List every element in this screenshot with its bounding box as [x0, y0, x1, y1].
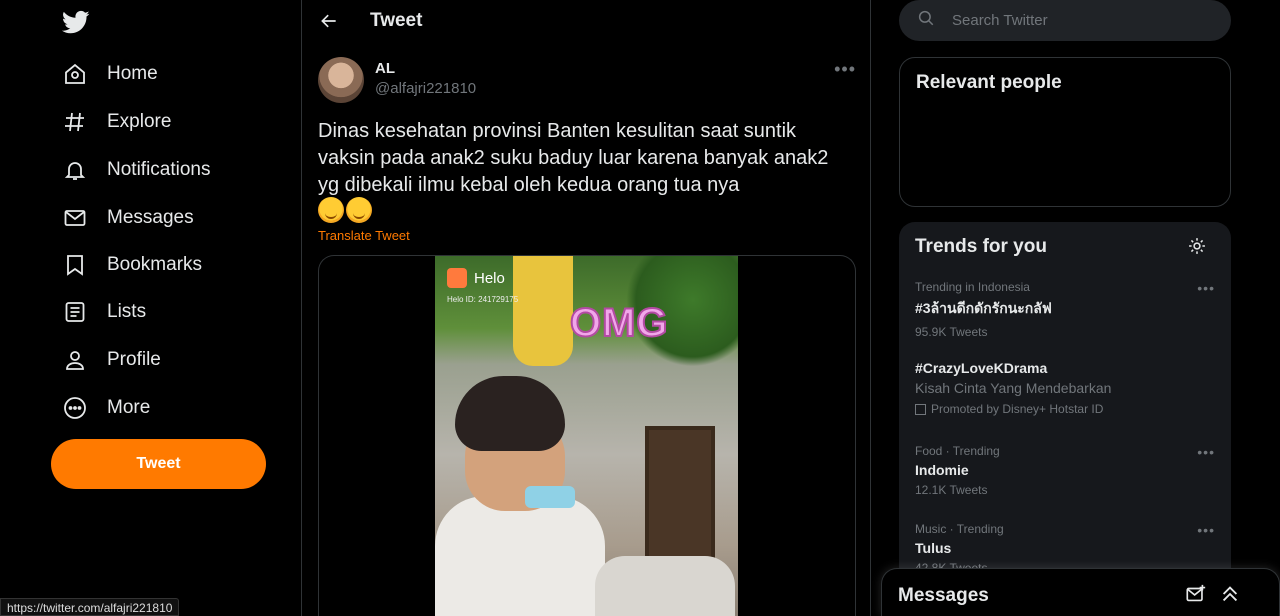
video-glove [595, 556, 735, 616]
nav-item-lists[interactable]: Lists [62, 290, 146, 334]
nav-label: Home [107, 63, 158, 84]
trend-name: Indomie [915, 462, 969, 478]
trend-item[interactable]: Food · Trending Indomie 12.1K Tweets ••• [899, 444, 1231, 497]
gear-icon[interactable] [1187, 236, 1209, 258]
messages-drawer[interactable]: Messages [881, 568, 1280, 616]
author-handle[interactable]: @alfajri221810 [375, 80, 476, 97]
promoted-icon [915, 403, 926, 415]
trend-name: Tulus [915, 540, 952, 556]
more-circle-icon [62, 395, 88, 421]
search-input[interactable] [952, 12, 1212, 29]
trend-item-promoted[interactable]: #CrazyLoveKDrama Kisah Cinta Yang Mendeb… [899, 360, 1231, 416]
hugging-face-icon [346, 197, 372, 223]
helo-id: Helo ID: 241729175 [447, 295, 519, 304]
video-person-yellow [513, 256, 573, 366]
nav-item-home[interactable]: Home [62, 52, 158, 96]
twitter-logo-icon[interactable] [61, 8, 90, 36]
hashtag-icon [62, 109, 88, 135]
tweet-author: AL @alfajri221810 ••• [318, 57, 856, 103]
nav-label: Explore [107, 111, 172, 132]
tweet-media[interactable]: Helo Helo ID: 241729175 OMG [318, 255, 856, 616]
tweet-detail-column: Tweet AL @alfajri221810 ••• Dinas keseha… [301, 0, 871, 616]
video-child [435, 376, 605, 616]
trend-name: #CrazyLoveKDrama [915, 360, 1048, 376]
new-message-icon[interactable] [1185, 583, 1207, 605]
trend-subtitle: Kisah Cinta Yang Mendebarkan [915, 380, 1112, 396]
hugging-emojis [318, 197, 374, 229]
more-options-icon[interactable]: ••• [834, 59, 856, 80]
nav-label: Bookmarks [107, 254, 203, 275]
nav-label: Lists [107, 301, 147, 322]
panel-title: Relevant people [916, 72, 1062, 93]
messages-drawer-title: Messages [898, 585, 989, 606]
bell-icon [62, 157, 88, 183]
nav-label: Notifications [107, 159, 211, 180]
envelope-icon [62, 205, 88, 231]
promoted-label: Promoted by Disney+ Hotstar ID [915, 402, 1215, 416]
search-bar[interactable] [899, 0, 1231, 41]
nav-item-profile[interactable]: Profile [62, 338, 161, 382]
nav-item-explore[interactable]: Explore [62, 100, 171, 144]
person-icon [62, 347, 88, 373]
tweet-text: Dinas kesehatan provinsi Banten kesulita… [318, 120, 829, 196]
avatar[interactable] [318, 57, 364, 103]
tweet-button[interactable]: Tweet [51, 439, 266, 489]
hugging-face-icon [318, 197, 344, 223]
home-icon [62, 61, 88, 87]
expand-icon[interactable] [1219, 583, 1241, 605]
search-icon [917, 9, 935, 32]
nav-item-bookmarks[interactable]: Bookmarks [62, 243, 202, 287]
trend-count: 95.9K Tweets [915, 325, 988, 339]
bookmark-icon [62, 252, 88, 278]
video-player[interactable]: Helo Helo ID: 241729175 OMG [435, 256, 738, 616]
helo-watermark: Helo [447, 268, 505, 288]
author-name[interactable]: AL [375, 60, 395, 77]
trend-meta: Trending in Indonesia [915, 280, 1030, 294]
left-navigation: Home Explore Notifications Messages Book… [0, 0, 301, 616]
nav-label: Profile [107, 349, 161, 370]
omg-sticker: OMG [569, 300, 669, 346]
trend-item[interactable]: Trending in Indonesia #3ล้านดีกดักรักนะก… [899, 280, 1231, 339]
helo-app-name: Helo [474, 269, 505, 287]
tweet-header: Tweet [302, 0, 870, 42]
more-options-icon[interactable]: ••• [1197, 444, 1215, 460]
trends-panel: Trends for you Trending in Indonesia #3ล… [899, 222, 1231, 616]
helo-logo-icon [447, 268, 467, 288]
page-title: Tweet [370, 10, 423, 31]
trend-count: 12.1K Tweets [915, 483, 988, 497]
trend-meta: Music · Trending [915, 522, 1004, 536]
nav-label: Messages [107, 207, 194, 228]
nav-item-messages[interactable]: Messages [62, 196, 194, 240]
translate-tweet-link[interactable]: Translate Tweet [318, 228, 410, 243]
nav-item-notifications[interactable]: Notifications [62, 148, 211, 192]
trend-name: #3ล้านดีกดักรักนะกลัฟ [915, 300, 1052, 316]
status-bar-url: https://twitter.com/alfajri221810 [0, 598, 180, 616]
nav-label: More [107, 397, 151, 418]
more-options-icon[interactable]: ••• [1197, 522, 1215, 538]
more-options-icon[interactable]: ••• [1197, 280, 1215, 296]
trend-meta: Food · Trending [915, 444, 1000, 458]
nav-item-more[interactable]: More [62, 386, 150, 430]
relevant-people-panel: Relevant people [899, 57, 1231, 207]
list-icon [62, 299, 88, 325]
back-arrow-icon[interactable] [318, 10, 340, 32]
panel-title: Trends for you [915, 236, 1047, 257]
